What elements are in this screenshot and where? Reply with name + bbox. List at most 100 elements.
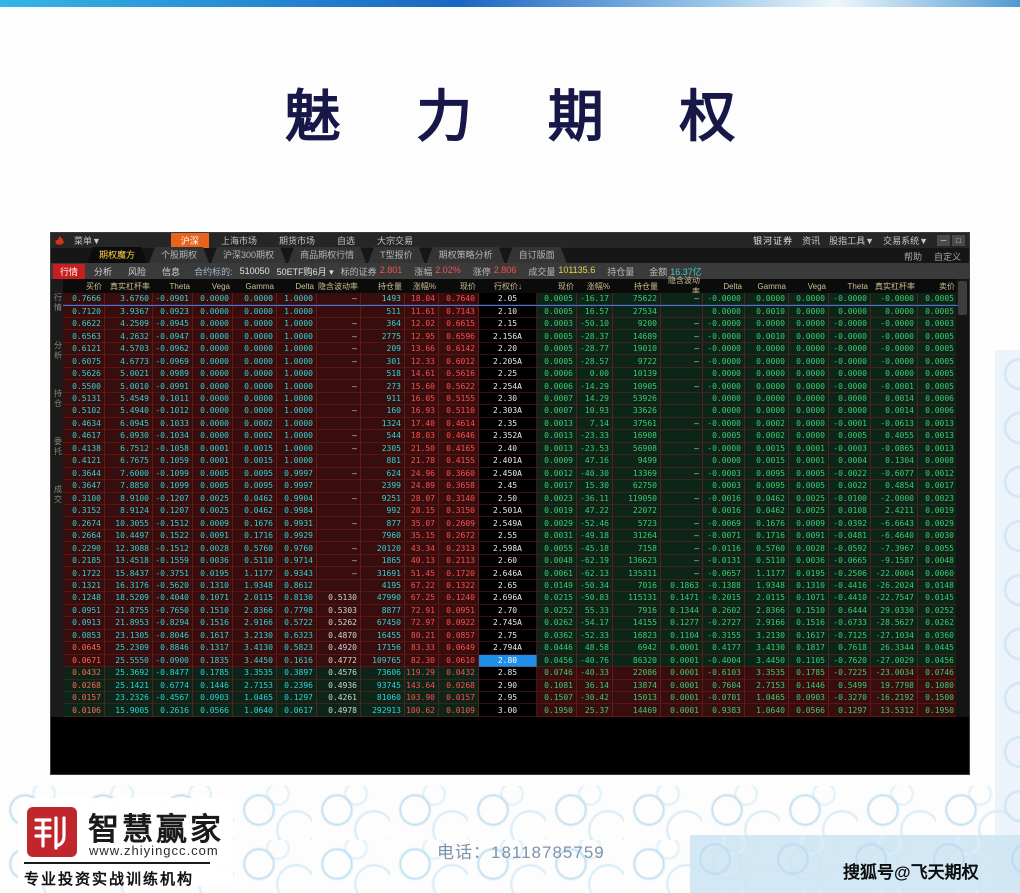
option-row-2.30[interactable]: 0.51315.45490.10110.00000.00001.00009111…	[63, 393, 958, 405]
strike-cell[interactable]: 2.35	[479, 418, 537, 430]
strike-cell[interactable]: 2.15	[479, 318, 537, 330]
market-tab-自选[interactable]: 自选	[327, 233, 365, 248]
subtab-right-item[interactable]: 自定义	[934, 250, 961, 263]
strike-cell[interactable]: 2.10	[479, 305, 537, 317]
option-row-2.95[interactable]: 0.015723.2326-0.45670.09031.04650.12970.…	[63, 692, 958, 704]
option-row-2.254A[interactable]: 0.55005.0010-0.09910.00000.00001.0000–27…	[63, 380, 958, 392]
option-row-2.646A[interactable]: 0.172215.8437-0.37510.01951.11770.9343–3…	[63, 567, 958, 579]
strike-cell[interactable]: 2.646A	[479, 567, 537, 579]
subtab-期权魔方[interactable]: 期权魔方	[87, 247, 147, 263]
option-row-2.75[interactable]: 0.085323.1305-0.80460.16173.21300.63230.…	[63, 630, 958, 642]
strike-cell[interactable]: 2.80	[479, 655, 537, 667]
strike-cell[interactable]: 2.25	[479, 368, 537, 380]
column-header-涨幅%[interactable]: 涨幅%	[405, 281, 439, 292]
toolbar-button-信息[interactable]: 信息	[155, 264, 187, 279]
option-row-2.745A[interactable]: 0.091321.8953-0.82940.15162.91660.57220.…	[63, 617, 958, 629]
subtab-商品期权行情[interactable]: 商品期权行情	[288, 247, 366, 263]
option-row-2.450A[interactable]: 0.36447.6000-0.10990.00050.00950.9997–62…	[63, 468, 958, 480]
column-header-Gamma[interactable]: Gamma	[233, 282, 277, 291]
column-header-隐含波动率[interactable]: 隐含波动率	[317, 281, 361, 292]
column-header-卖价[interactable]: 卖价	[918, 281, 958, 292]
strike-header[interactable]: 行权价↓	[479, 281, 537, 292]
strike-cell[interactable]: 2.85	[479, 667, 537, 679]
subtab-期权策略分析[interactable]: 期权策略分析	[427, 247, 505, 263]
minimize-button[interactable]: ─	[937, 235, 950, 246]
subtab-沪深300期权[interactable]: 沪深300期权	[211, 247, 286, 263]
side-tab-分析[interactable]: 分析	[53, 341, 64, 361]
strike-cell[interactable]: 2.156A	[479, 330, 537, 342]
option-row-2.45[interactable]: 0.36477.88500.10990.00050.00950.99972399…	[63, 480, 958, 492]
titlebar-menu-item[interactable]: 股指工具▼	[829, 234, 874, 247]
option-row-2.696A[interactable]: 0.124818.5209-0.40400.10712.01150.81300.…	[63, 592, 958, 604]
column-header-买价[interactable]: 买价	[63, 281, 105, 292]
column-header-Theta[interactable]: Theta	[153, 282, 193, 291]
side-tab-委托[interactable]: 委托	[53, 437, 64, 457]
strike-cell[interactable]: 2.40	[479, 443, 537, 455]
strike-cell[interactable]: 2.745A	[479, 617, 537, 629]
strike-cell[interactable]: 2.45	[479, 480, 537, 492]
month-select[interactable]: 50ETF购6月 ▾	[277, 265, 334, 278]
column-header-Delta[interactable]: Delta	[277, 282, 317, 291]
strike-cell[interactable]: 2.501A	[479, 505, 537, 517]
strike-cell[interactable]: 2.30	[479, 393, 537, 405]
toolbar-button-行情[interactable]: 行情	[53, 264, 85, 279]
strike-cell[interactable]: 2.05	[479, 293, 537, 305]
strike-cell[interactable]: 2.401A	[479, 455, 537, 467]
strike-cell[interactable]: 2.598A	[479, 542, 537, 554]
column-header-持仓量[interactable]: 持仓量	[613, 281, 661, 292]
option-row-2.598A[interactable]: 0.229012.3088-0.15120.00280.57600.9760–2…	[63, 542, 958, 554]
option-row-2.10[interactable]: 0.71203.93670.09230.00000.00001.00005111…	[63, 305, 958, 317]
option-row-2.794A[interactable]: 0.064525.23090.88460.13173.41300.58230.4…	[63, 642, 958, 654]
column-header-涨幅%[interactable]: 涨幅%	[577, 281, 613, 292]
strike-cell[interactable]: 2.75	[479, 630, 537, 642]
option-row-2.50[interactable]: 0.31008.9100-0.12070.00250.04620.9904–92…	[63, 493, 958, 505]
column-header-持仓量[interactable]: 持仓量	[361, 281, 405, 292]
maximize-button[interactable]: □	[952, 235, 965, 246]
column-header-真实杠杆率[interactable]: 真实杠杆率	[871, 281, 918, 292]
toolbar-button-风险[interactable]: 风险	[121, 264, 153, 279]
option-row-2.15[interactable]: 0.66224.2509-0.09450.00000.00001.0000–36…	[63, 318, 958, 330]
strike-cell[interactable]: 2.205A	[479, 355, 537, 367]
strike-cell[interactable]: 2.303A	[479, 405, 537, 417]
market-tab-沪深[interactable]: 沪深	[171, 233, 209, 248]
option-row-2.40[interactable]: 0.41386.7512-0.10580.00010.00151.0000–23…	[63, 443, 958, 455]
option-row-2.70[interactable]: 0.095121.8755-0.76500.15102.83660.77980.…	[63, 605, 958, 617]
side-tab-成交[interactable]: 成交	[53, 485, 64, 505]
market-tab-大宗交易[interactable]: 大宗交易	[367, 233, 423, 248]
column-header-Delta[interactable]: Delta	[703, 282, 745, 291]
market-tab-上海市场[interactable]: 上海市场	[211, 233, 267, 248]
strike-cell[interactable]: 2.60	[479, 555, 537, 567]
strike-cell[interactable]: 2.65	[479, 580, 537, 592]
option-row-2.25[interactable]: 0.56265.00210.09890.00000.00001.00005181…	[63, 368, 958, 380]
option-row-2.20[interactable]: 0.61214.5703-0.09620.00000.00001.0000–20…	[63, 343, 958, 355]
subtab-T型报价[interactable]: T型报价	[368, 247, 425, 263]
option-row-2.65[interactable]: 0.132116.3176-0.56200.13101.93480.861241…	[63, 580, 958, 592]
strike-cell[interactable]: 2.450A	[479, 468, 537, 480]
strike-cell[interactable]: 2.95	[479, 692, 537, 704]
menu-button[interactable]: 菜单▼	[74, 234, 101, 247]
toolbar-button-分析[interactable]: 分析	[87, 264, 119, 279]
column-header-Gamma[interactable]: Gamma	[745, 282, 789, 291]
option-row-2.303A[interactable]: 0.51025.4940-0.10120.00000.00001.0000–16…	[63, 405, 958, 417]
subtab-right-item[interactable]: 帮助	[904, 250, 922, 263]
strike-cell[interactable]: 2.20	[479, 343, 537, 355]
option-row-3.00[interactable]: 0.010615.90050.26160.05661.06400.06170.4…	[63, 704, 958, 716]
strike-cell[interactable]: 2.696A	[479, 592, 537, 604]
brand-url[interactable]: www.zhiyingcc.com	[89, 843, 219, 858]
strike-cell[interactable]: 2.50	[479, 493, 537, 505]
strike-cell[interactable]: 2.352A	[479, 430, 537, 442]
side-tab-行情[interactable]: 行情	[53, 293, 64, 313]
option-row-2.05[interactable]: 0.76663.6760-0.09010.00000.00001.0000–14…	[63, 293, 958, 305]
side-tab-持仓[interactable]: 持仓	[53, 389, 64, 409]
strike-cell[interactable]: 2.70	[479, 605, 537, 617]
column-header-现价[interactable]: 现价	[439, 281, 479, 292]
strike-cell[interactable]: 2.794A	[479, 642, 537, 654]
strike-cell[interactable]: 3.00	[479, 704, 537, 716]
subtab-个股期权[interactable]: 个股期权	[149, 247, 209, 263]
market-tab-期货市场[interactable]: 期货市场	[269, 233, 325, 248]
option-row-2.90[interactable]: 0.026825.14210.67740.14462.71530.23960.4…	[63, 680, 958, 692]
strike-cell[interactable]: 2.254A	[479, 380, 537, 392]
titlebar-menu-item[interactable]: 资讯	[802, 234, 820, 247]
option-row-2.501A[interactable]: 0.31528.91240.12070.00250.04620.99849922…	[63, 505, 958, 517]
column-header-Theta[interactable]: Theta	[829, 282, 871, 291]
